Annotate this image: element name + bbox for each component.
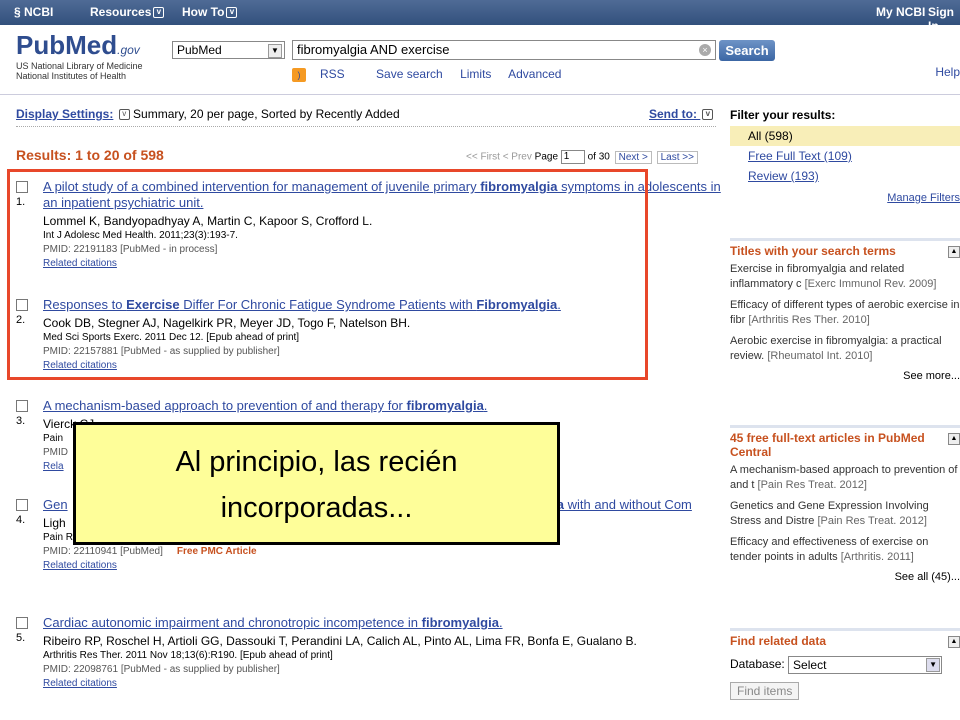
rss-icon: ) [292,67,306,82]
search-button[interactable]: Search [719,40,775,61]
filter-free-full-text[interactable]: Free Full Text (109) [730,146,960,166]
sign-in-link[interactable]: Sign In [928,5,960,33]
chevron-down-icon[interactable]: v [118,109,130,121]
filter-review[interactable]: Review (193) [730,166,960,186]
list-item[interactable]: A mechanism-based approach to prevention… [730,463,960,493]
save-search-link[interactable]: Save search [376,67,443,81]
howto-menu[interactable]: How To v [182,5,238,19]
list-item[interactable]: Efficacy and effectiveness of exercise o… [730,535,960,565]
collapse-icon[interactable]: ▲ [948,433,960,445]
titles-box: Titles with your search terms ▲ Exercise … [730,238,960,382]
database-select[interactable]: PubMed ▼ [172,41,285,59]
result-title-link[interactable]: Cardiac autonomic impairment and chronot… [43,615,723,631]
list-item[interactable]: Genetics and Gene Expression Involving S… [730,499,960,529]
filter-all[interactable]: All (598) [730,126,960,146]
list-item[interactable]: Efficacy of different types of aerobic e… [730,298,960,328]
related-data-box: Find related data ▲ Database: Select ▼ Fin… [730,628,960,700]
callout-box: Al principio, las recién incorporadas... [73,422,560,545]
page-input[interactable]: 1 [560,150,585,164]
manage-filters-link[interactable]: Manage Filters [730,192,960,204]
collapse-icon[interactable]: ▲ [948,246,960,258]
chevron-down-icon: v [702,109,714,121]
ncbi-icon: § [14,5,25,19]
pmc-box: 45 free full-text articles in PubMed Cen… [730,425,960,583]
rss-link[interactable]: ) RSS [292,67,359,82]
collapse-icon[interactable]: ▲ [948,636,960,648]
first-page-link[interactable]: << First [466,152,500,163]
prev-page-link[interactable]: < Prev [503,152,532,163]
advanced-link[interactable]: Advanced [508,67,561,81]
list-item[interactable]: Exercise in fibromyalgia and related inf… [730,262,960,292]
find-items-button[interactable]: Find items [730,682,800,700]
filter-panel: Filter your results: All (598) Free Full… [730,108,960,204]
result-checkbox[interactable] [16,400,28,412]
display-settings-link[interactable]: Display Settings: [16,107,113,121]
pubmed-logo[interactable]: PubMed.gov US National Library of Medici… [16,30,143,81]
related-citations-link[interactable]: Related citations [43,677,723,691]
result-checkbox[interactable] [16,617,28,629]
see-more-link[interactable]: See more... [730,370,960,382]
list-item[interactable]: Aerobic exercise in fibromyalgia: a prac… [730,334,960,364]
last-page-button[interactable]: Last >> [656,150,698,164]
highlight-frame [7,169,648,380]
pager: << First < Prev Page 1 of 30 Next > Last… [466,150,698,164]
ncbi-logo[interactable]: § NCBI [14,5,53,19]
chevron-down-icon: v [226,7,238,19]
results-count: Results: 1 to 20 of 598 [16,147,164,163]
divider [16,126,716,127]
chevron-down-icon: ▼ [268,44,282,58]
chevron-down-icon: ▼ [926,658,941,672]
result-title-link[interactable]: A mechanism-based approach to prevention… [43,398,723,414]
free-pmc-badge[interactable]: Free PMC Article [177,546,257,557]
display-settings: Display Settings: v Summary, 20 per page… [16,107,400,121]
ncbi-topbar: § NCBI Resources v How To v My NCBI Sign I… [0,0,960,33]
my-ncbi-link[interactable]: My NCBI [876,5,925,19]
resources-menu[interactable]: Resources v [90,5,165,19]
search-sublinks: ) RSS Save search Limits Advanced [292,67,575,82]
divider [0,94,960,95]
search-input[interactable]: fibromyalgia AND exercise × [292,40,716,60]
clear-icon[interactable]: × [699,44,711,56]
related-database-select[interactable]: Select ▼ [788,656,943,674]
related-citations-link[interactable]: Related citations [43,559,723,573]
chevron-down-icon: v [153,7,165,19]
result-checkbox[interactable] [16,499,28,511]
next-page-button[interactable]: Next > [614,150,652,164]
limits-link[interactable]: Limits [460,67,491,81]
send-to-link[interactable]: Send to: v [649,107,714,121]
see-all-link[interactable]: See all (45)... [730,571,960,583]
help-link[interactable]: Help [935,65,960,79]
